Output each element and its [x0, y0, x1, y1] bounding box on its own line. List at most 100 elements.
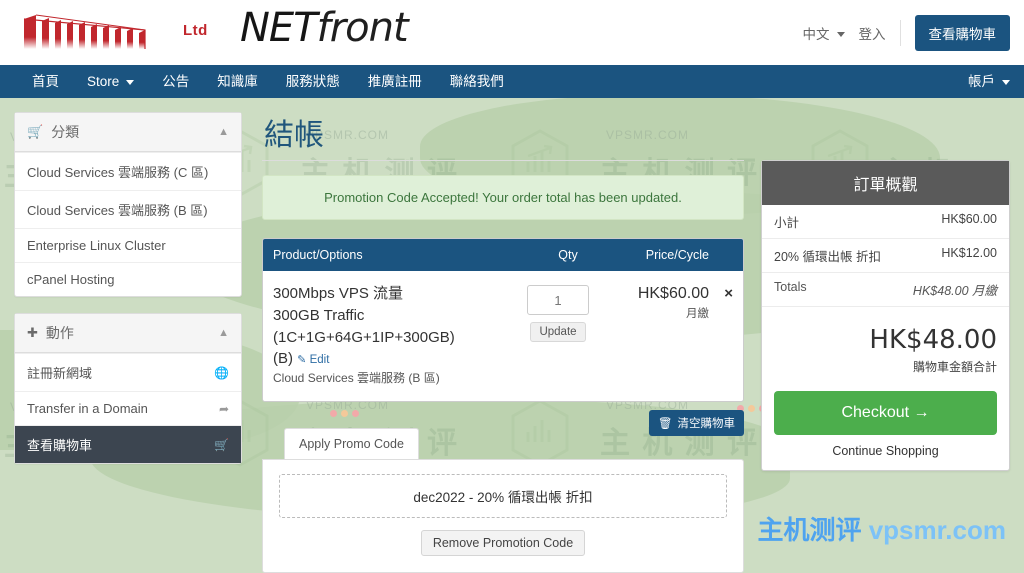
summary-row-label: 20% 循環出帳 折扣	[774, 250, 881, 264]
sidebar-item-label: Cloud Services 雲端服務 (C 區)	[27, 165, 209, 180]
remove-item-icon[interactable]: ×	[724, 285, 733, 302]
sidebar-item-cpanel-hosting[interactable]: cPanel Hosting	[15, 262, 241, 296]
summary-total-amount: HK$48.00	[869, 325, 997, 355]
login-label: 登入	[858, 27, 886, 42]
sidebar-categories-header[interactable]: 🛒 分類 ▲	[15, 113, 241, 152]
site-header: Ltd NETfront 中文 登入 查看購物車	[0, 0, 1024, 66]
column-header-price: Price/Cycle	[645, 248, 709, 262]
summary-row-label: 小計	[774, 216, 800, 230]
cart-item-price-cell: HK$60.00 月繳 ×	[613, 277, 743, 393]
page-body: 🛒 分類 ▲ Cloud Services 雲端服務 (C 區) Cloud S…	[0, 98, 1024, 573]
title-divider	[262, 160, 744, 161]
nav-item-announcements[interactable]: 公告	[148, 65, 203, 98]
nav-item-home[interactable]: 首頁	[18, 65, 73, 98]
summary-row-value: HK$60.00	[941, 212, 997, 226]
nav-items: 首頁 Store 公告 知識庫 服務狀態 推廣註冊 聯絡我們	[0, 65, 1024, 98]
sidebar: 🛒 分類 ▲ Cloud Services 雲端服務 (C 區) Cloud S…	[14, 112, 242, 480]
nav-label: 公告	[162, 74, 190, 89]
nav-label: Store	[87, 74, 120, 89]
sidebar-actions-header[interactable]: ✚ 動作 ▲	[15, 314, 241, 353]
update-button[interactable]: Update	[530, 322, 586, 342]
transfer-icon: ➦	[218, 401, 229, 416]
nav-label: 知識庫	[217, 74, 258, 89]
sidebar-item-cloud-b[interactable]: Cloud Services 雲端服務 (B 區)	[15, 190, 241, 228]
language-label: 中文	[802, 27, 830, 42]
product-line-4: (B)	[273, 350, 293, 368]
nav-item-contact[interactable]: 聯絡我們	[436, 65, 518, 98]
edit-item-link[interactable]: ✎ Edit	[297, 354, 329, 366]
brand-wordmark: NETfront	[240, 5, 409, 51]
summary-total-label: 購物車金額合計	[912, 360, 997, 374]
arrow-right-icon: →	[913, 404, 930, 421]
sidebar-actions-title: 動作	[45, 325, 74, 341]
cart-table-header: Product/Options Qty Price/Cycle	[263, 239, 743, 271]
sidebar-item-enterprise-linux-cluster[interactable]: Enterprise Linux Cluster	[15, 228, 241, 262]
product-line-1: 300Mbps VPS 流量	[273, 285, 404, 302]
sidebar-item-label: Transfer in a Domain	[27, 401, 148, 416]
sidebar-item-register-domain[interactable]: 註冊新網域 🌐	[15, 353, 241, 391]
netfront-logo-icon[interactable]	[18, 5, 168, 57]
checkout-button[interactable]: Checkout →	[774, 391, 997, 435]
item-price: HK$60.00	[637, 285, 709, 302]
summary-row-value: HK$48.00 月繳	[912, 284, 997, 298]
header-divider	[899, 20, 901, 46]
sidebar-item-view-cart[interactable]: 查看購物車 🛒	[15, 425, 241, 463]
sidebar-item-label: Enterprise Linux Cluster	[27, 238, 166, 253]
nav-label: 首頁	[32, 74, 59, 89]
sidebar-item-label: 註冊新網域	[27, 366, 93, 381]
product-category-label: Cloud Services 雲端服務 (B 區)	[273, 371, 440, 385]
cart-item-qty-cell: Update	[503, 277, 613, 393]
quantity-input[interactable]	[527, 285, 589, 315]
nav-label: 聯絡我們	[449, 74, 504, 89]
continue-shopping-link[interactable]: Continue Shopping	[762, 435, 1009, 470]
product-line-4-row: (B) ✎ Edit	[273, 348, 493, 370]
item-billing-cycle: 月繳	[686, 308, 709, 320]
chevron-down-icon	[126, 80, 135, 85]
chevron-up-icon: ▲	[218, 126, 229, 138]
edit-label: Edit	[309, 354, 330, 367]
view-cart-button[interactable]: 查看購物車	[914, 15, 1010, 51]
summary-row-label: Totals	[774, 280, 807, 294]
brand-net: NET	[240, 5, 318, 51]
sidebar-panel-categories: 🛒 分類 ▲ Cloud Services 雲端服務 (C 區) Cloud S…	[14, 112, 242, 297]
sidebar-item-label: cPanel Hosting	[27, 272, 115, 287]
cart-icon: 🛒	[27, 124, 44, 139]
nav-item-knowledgebase[interactable]: 知識庫	[203, 65, 272, 98]
site-watermark: 主机测评 vpsmr.com	[757, 510, 1006, 547]
plus-icon: ✚	[27, 325, 38, 340]
sidebar-item-label: Cloud Services 雲端服務 (B 區)	[27, 203, 208, 218]
watermark-cn: 主机测评	[757, 515, 862, 545]
nav-item-server-status[interactable]: 服務狀態	[272, 65, 354, 98]
promo-body: dec2022 - 20% 循環出帳 折扣 Remove Promotion C…	[262, 459, 744, 573]
sidebar-categories-title: 分類	[51, 124, 80, 140]
logo-ltd-text: Ltd	[183, 22, 208, 39]
sidebar-panel-actions: ✚ 動作 ▲ 註冊新網域 🌐 Transfer in a Domain ➦ 查看…	[14, 313, 242, 464]
header-actions: 中文 登入 查看購物車	[803, 14, 1010, 52]
nav-account-label: 帳戶	[968, 74, 995, 89]
table-row: 300Mbps VPS 流量 300GB Traffic (1C+1G+64G+…	[263, 271, 743, 401]
summary-row-value: HK$12.00	[941, 246, 997, 260]
main-content: 結帳 Promotion Code Accepted! Your order t…	[258, 110, 748, 573]
language-selector[interactable]: 中文	[803, 23, 845, 43]
product-line-3: (1C+1G+64G+1IP+300GB)	[273, 328, 455, 346]
order-summary-panel: 訂單概觀 小計 HK$60.00 20% 循環出帳 折扣 HK$12.00 To…	[761, 160, 1010, 471]
column-header-product: Product/Options	[273, 248, 363, 262]
checkout-label: Checkout	[841, 404, 910, 421]
nav-item-account[interactable]: 帳戶	[968, 65, 1010, 98]
login-link[interactable]: 登入	[859, 23, 886, 43]
apply-promo-code-tab[interactable]: Apply Promo Code	[284, 428, 419, 459]
sidebar-item-transfer-domain[interactable]: Transfer in a Domain ➦	[15, 391, 241, 425]
chevron-down-icon	[1002, 80, 1010, 85]
promo-section: Apply Promo Code dec2022 - 20% 循環出帳 折扣 R…	[262, 428, 744, 573]
pencil-icon: ✎	[297, 354, 307, 367]
nav-item-store[interactable]: Store	[73, 65, 148, 98]
nav-item-affiliates[interactable]: 推廣註冊	[354, 65, 436, 98]
remove-promotion-code-button[interactable]: Remove Promotion Code	[420, 530, 586, 556]
promo-accepted-alert: Promotion Code Accepted! Your order tota…	[262, 175, 744, 220]
applied-promo-code: dec2022 - 20% 循環出帳 折扣	[279, 474, 727, 518]
summary-total-block: HK$48.00 購物車金額合計	[762, 307, 1009, 377]
summary-row-subtotal: 小計 HK$60.00	[762, 205, 1009, 239]
summary-row-totals: Totals HK$48.00 月繳	[762, 273, 1009, 307]
sidebar-item-cloud-c[interactable]: Cloud Services 雲端服務 (C 區)	[15, 152, 241, 190]
chevron-up-icon: ▲	[218, 327, 229, 339]
